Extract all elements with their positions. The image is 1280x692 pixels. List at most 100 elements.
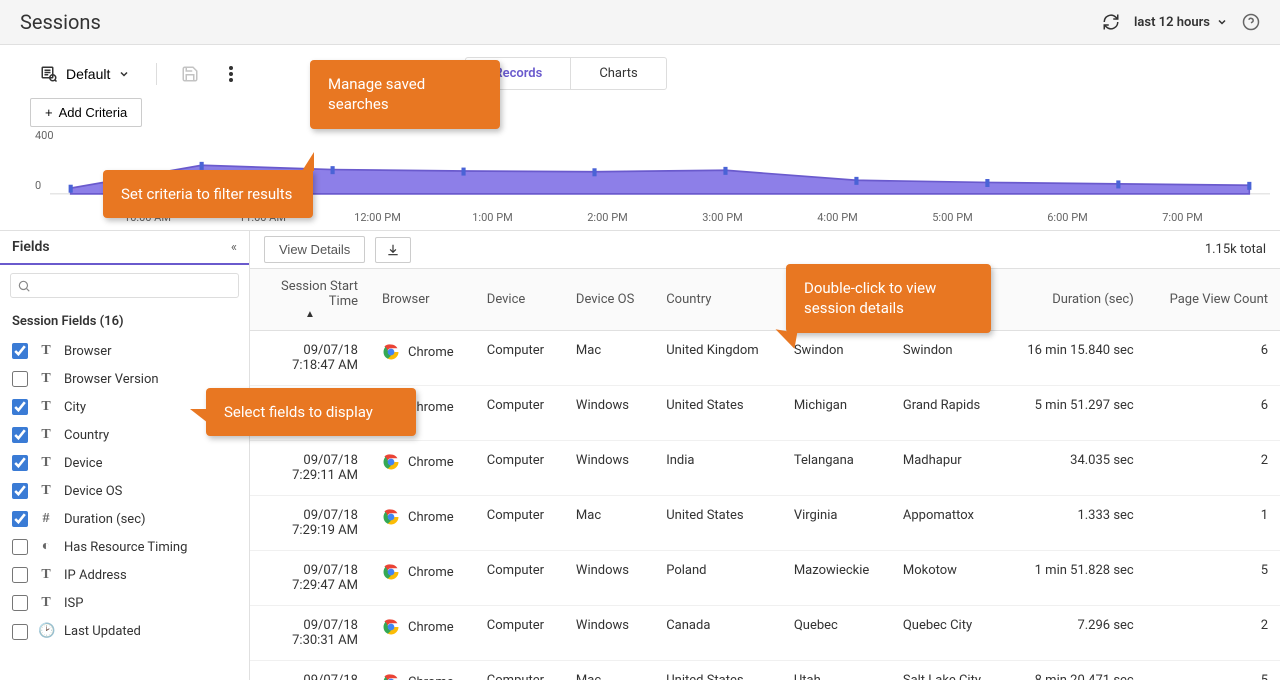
col-session-start-time[interactable]: Session Start Time▲ <box>250 269 370 331</box>
cell: 09/07/18 7:30:57 AM <box>250 661 370 681</box>
cell: 1 min 51.828 sec <box>1003 551 1146 606</box>
field-item[interactable]: TIP Address <box>0 561 249 589</box>
field-checkbox[interactable] <box>12 595 28 611</box>
col-page-view-count[interactable]: Page View Count <box>1146 269 1280 331</box>
saved-search-select[interactable]: Default <box>30 59 140 89</box>
view-details-button[interactable]: View Details <box>264 236 365 263</box>
table-row[interactable]: 09/07/18 7:30:57 AMChromeComputerMacUnit… <box>250 661 1280 681</box>
cell: Windows <box>564 606 654 661</box>
download-button[interactable] <box>375 237 411 263</box>
cell: Mac <box>564 496 654 551</box>
table-row[interactable]: 09/07/18 7:30:31 AMChromeComputerWindows… <box>250 606 1280 661</box>
cell: Salt Lake City <box>891 661 1003 681</box>
field-type-icon: T <box>38 343 54 359</box>
field-label: Duration (sec) <box>64 512 146 527</box>
table-row[interactable]: 09/07/18 7:29:19 AMChromeComputerMacUnit… <box>250 496 1280 551</box>
cell: Computer <box>475 661 564 681</box>
field-checkbox[interactable] <box>12 483 28 499</box>
cell: United Kingdom <box>654 331 782 386</box>
tab-charts[interactable]: Charts <box>571 58 665 89</box>
field-type-icon: T <box>38 427 54 443</box>
cell: Michigan <box>782 386 891 441</box>
field-item[interactable]: TISP <box>0 589 249 617</box>
cell: 1.333 sec <box>1003 496 1146 551</box>
field-search[interactable] <box>10 273 239 298</box>
fields-title: Fields <box>12 239 50 255</box>
cell: United States <box>654 661 782 681</box>
fields-header: Fields « <box>0 231 249 265</box>
more-icon[interactable] <box>223 60 239 88</box>
field-search-input[interactable] <box>31 278 232 293</box>
field-type-icon: T <box>38 371 54 387</box>
x-tick: 5:00 PM <box>895 211 1010 224</box>
cell: 09/07/18 7:29:47 AM <box>250 551 370 606</box>
field-label: City <box>64 400 86 415</box>
time-range-select[interactable]: last 12 hours <box>1134 15 1228 30</box>
cell: Swindon <box>782 331 891 386</box>
cell: 09/07/18 7:29:19 AM <box>250 496 370 551</box>
content-toolbar: View Details 1.15k total <box>250 231 1280 269</box>
cell: Quebec <box>782 606 891 661</box>
cell: Chrome <box>370 551 475 606</box>
cell: 5 <box>1146 551 1280 606</box>
field-type-icon: T <box>38 483 54 499</box>
search-list-icon <box>40 65 58 83</box>
table-row[interactable]: 09/07/18 7:29:47 AMChromeComputerWindows… <box>250 551 1280 606</box>
x-tick: 4:00 PM <box>780 211 895 224</box>
field-item[interactable]: TDevice OS <box>0 477 249 505</box>
field-checkbox[interactable] <box>12 455 28 471</box>
cell: United States <box>654 496 782 551</box>
col-browser[interactable]: Browser <box>370 269 475 331</box>
cell: Computer <box>475 496 564 551</box>
field-checkbox[interactable] <box>12 371 28 387</box>
session-fields-title: Session Fields (16) <box>0 306 249 337</box>
save-icon[interactable] <box>173 60 207 88</box>
field-checkbox[interactable] <box>12 511 28 527</box>
callout-dblclick: Double-click to view session details <box>786 264 991 333</box>
field-checkbox[interactable] <box>12 399 28 415</box>
y-tick-0: 0 <box>35 179 41 192</box>
callout-manage: Manage saved searches <box>310 60 500 129</box>
field-checkbox[interactable] <box>12 539 28 555</box>
cell: Mazowieckie <box>782 551 891 606</box>
fields-sidebar: Fields « Session Fields (16) TBrowserTBr… <box>0 231 250 680</box>
field-item[interactable]: T Browser <box>0 337 249 365</box>
cell: Canada <box>654 606 782 661</box>
field-checkbox[interactable] <box>12 567 28 583</box>
field-checkbox[interactable] <box>12 624 28 640</box>
plus-icon: + <box>45 105 53 120</box>
col-device-os[interactable]: Device OS <box>564 269 654 331</box>
page-header: Sessions last 12 hours <box>0 0 1280 45</box>
table-row[interactable]: 09/07/18 7:18:47 AMChromeComputerMacUnit… <box>250 331 1280 386</box>
field-checkbox[interactable] <box>12 343 28 359</box>
refresh-icon[interactable] <box>1102 13 1120 31</box>
cell: Telangana <box>782 441 891 496</box>
divider <box>156 63 157 85</box>
field-item[interactable]: 🕑Last Updated <box>0 617 249 646</box>
field-item[interactable]: TDevice <box>0 449 249 477</box>
table-row[interactable]: 09/07/18 7:29:11 AMChromeComputerWindows… <box>250 441 1280 496</box>
field-type-icon: T <box>38 567 54 583</box>
col-device[interactable]: Device <box>475 269 564 331</box>
chevron-down-icon <box>1216 16 1228 28</box>
field-label: ISP <box>64 596 83 611</box>
field-type-icon: # <box>38 511 54 527</box>
col-duration-sec-[interactable]: Duration (sec) <box>1003 269 1146 331</box>
field-label: Browser <box>64 344 112 359</box>
sessions-table: Session Start Time▲BrowserDeviceDevice O… <box>250 269 1280 680</box>
cell: 6 <box>1146 386 1280 441</box>
field-checkbox[interactable] <box>12 427 28 443</box>
help-icon[interactable] <box>1242 13 1260 31</box>
add-criteria-button[interactable]: + Add Criteria <box>30 98 142 127</box>
field-item[interactable]: # Duration (sec) <box>0 505 249 533</box>
cell: India <box>654 441 782 496</box>
cell: 5 <box>1146 661 1280 681</box>
x-tick: 6:00 PM <box>1010 211 1125 224</box>
page-title: Sessions <box>20 10 101 34</box>
toolbar: Default Records Charts <box>0 45 1280 90</box>
cell: Virginia <box>782 496 891 551</box>
col-country[interactable]: Country <box>654 269 782 331</box>
sort-asc-icon: ▲ <box>262 309 358 320</box>
collapse-icon[interactable]: « <box>231 240 237 255</box>
field-item[interactable]: ◐Has Resource Timing <box>0 533 249 561</box>
